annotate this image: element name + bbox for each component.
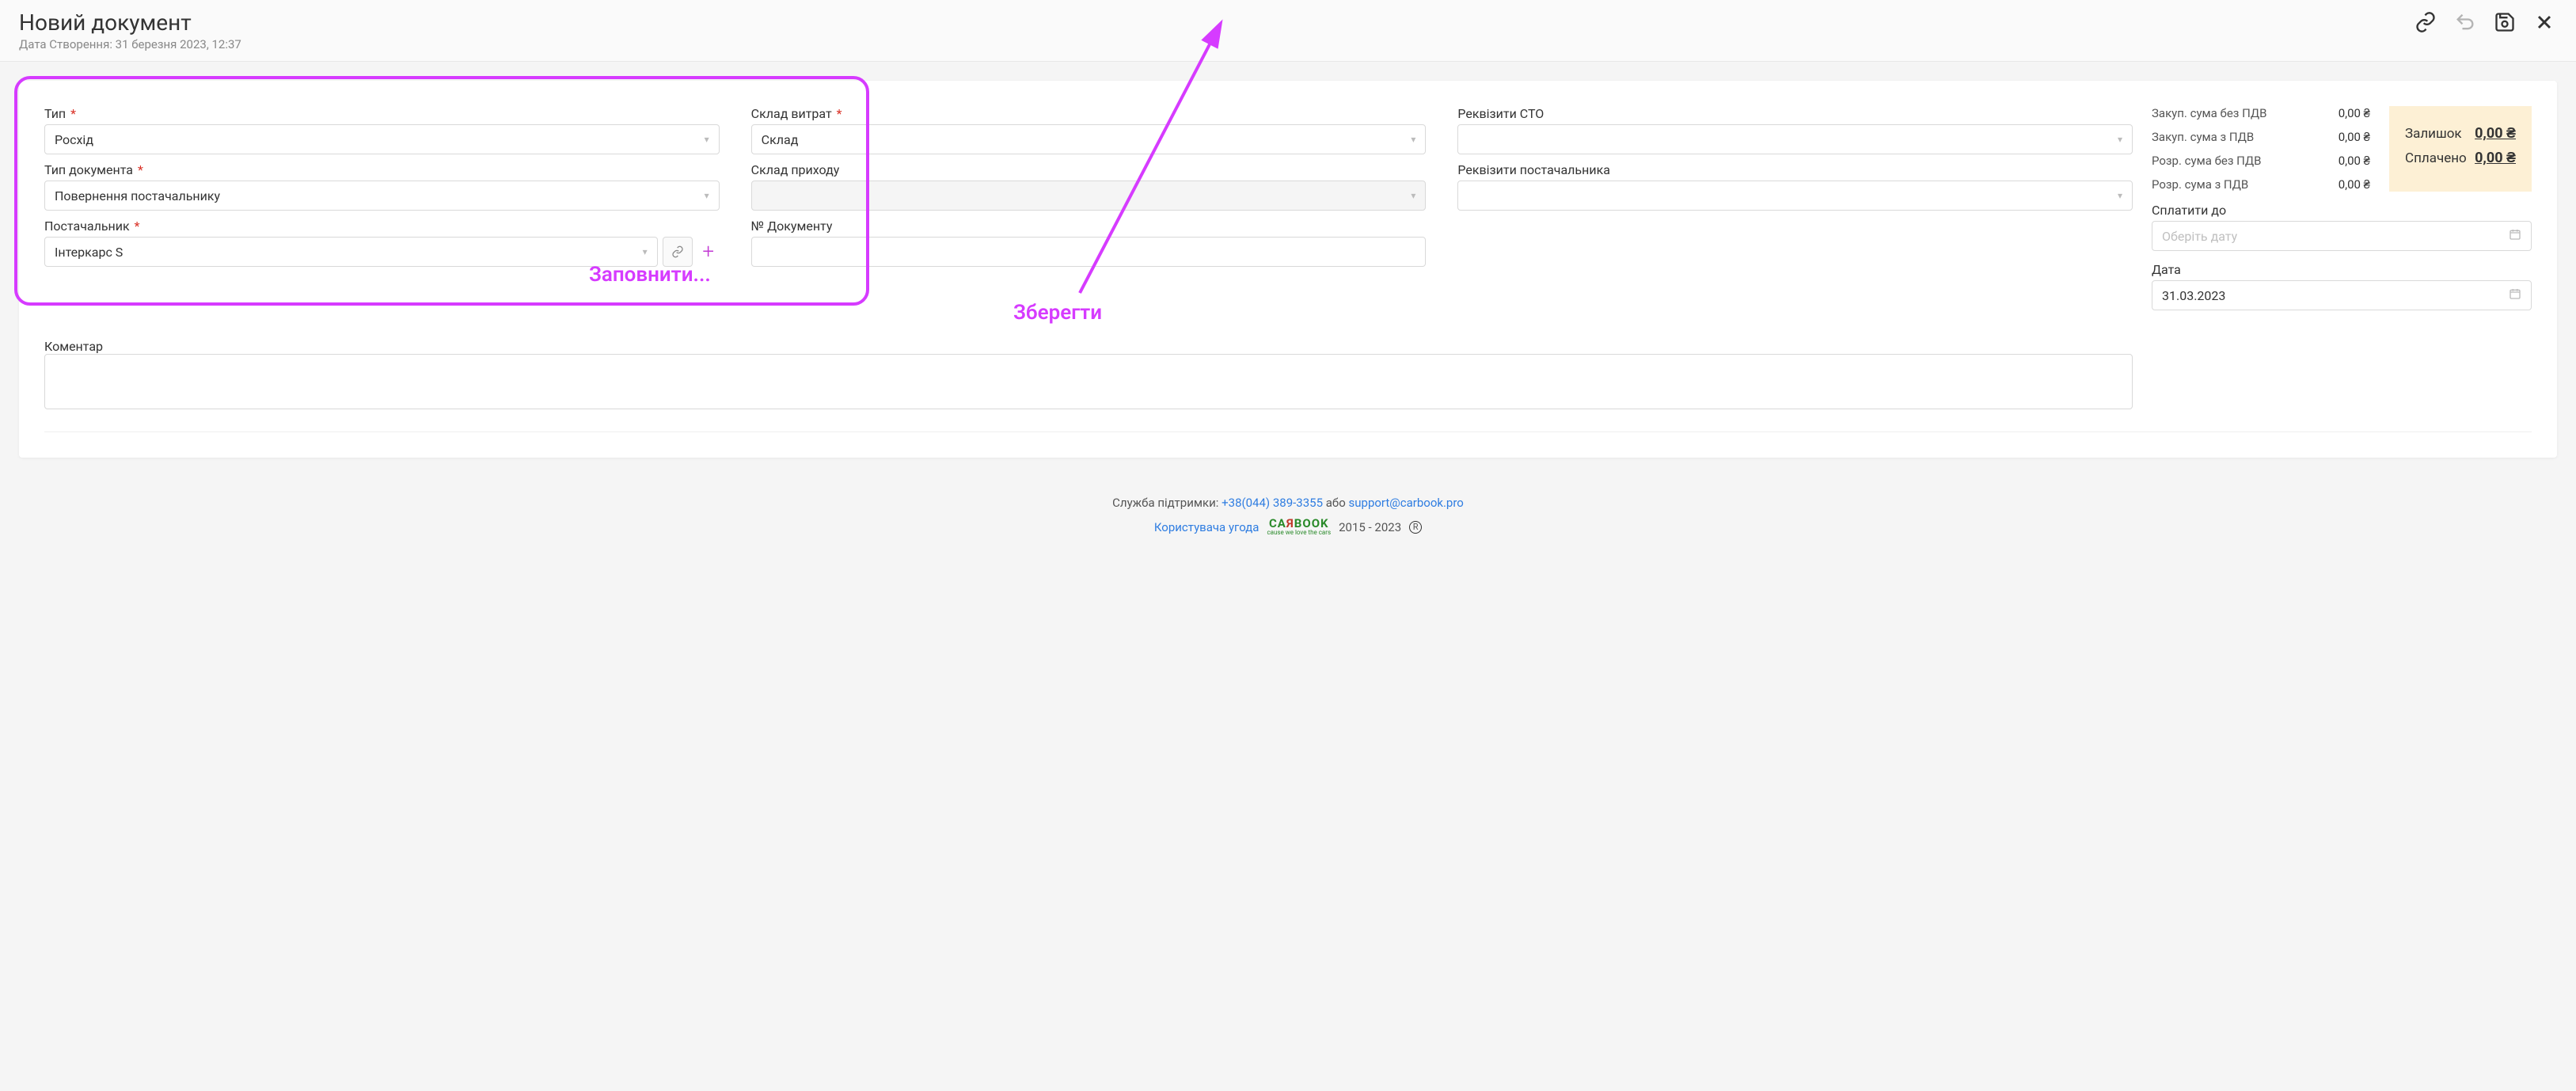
chevron-down-icon: ▾ [2118, 134, 2122, 145]
sto-requisites-label: Реквізити СТО [1457, 106, 2133, 121]
form-fields: Тип * Росхід ▾ Тип документа * Поверненн… [44, 106, 2133, 310]
support-label: Служба підтримки: [1112, 496, 1218, 510]
expense-warehouse-select[interactable]: Склад ▾ [751, 124, 1427, 154]
footer-years: 2015 - 2023 [1339, 520, 1401, 534]
page-title: Новий документ [19, 10, 241, 36]
pay-until-label: Сплатити до [2152, 203, 2532, 218]
remaining-label: Залишок [2405, 126, 2462, 142]
save-icon[interactable] [2492, 10, 2517, 35]
comment-label: Коментар [44, 339, 2133, 354]
calendar-icon [2509, 228, 2521, 244]
date-input[interactable]: 31.03.2023 [2152, 280, 2532, 310]
chevron-down-icon: ▾ [705, 134, 709, 145]
type-select[interactable]: Росхід ▾ [44, 124, 720, 154]
summary-column: Закуп. сума без ПДВ0,00 ₴ Закуп. сума з … [2152, 106, 2532, 310]
user-agreement-link[interactable]: Користувача угода [1154, 520, 1260, 534]
expense-warehouse-label: Склад витрат * [751, 106, 1427, 121]
sum-row-sale-novat: Розр. сума без ПДВ0,00 ₴ [2152, 154, 2370, 168]
page-header: Новий документ Дата Створення: 31 березн… [0, 0, 2576, 62]
creation-date: Дата Створення: 31 березня 2023, 12:37 [19, 37, 241, 51]
document-panel: Заповнити... Зберегти Тип * Росхід ▾ Тип… [19, 81, 2557, 458]
link-icon[interactable] [2413, 10, 2438, 35]
sum-row-sale-vat: Розр. сума з ПДВ0,00 ₴ [2152, 177, 2370, 192]
supplier-requisites-label: Реквізити постачальника [1457, 162, 2133, 177]
income-warehouse-select: ▾ [751, 181, 1427, 211]
summary-highlight-box: Залишок 0,00 ₴ Сплачено 0,00 ₴ [2389, 106, 2532, 192]
calendar-icon [2509, 287, 2521, 303]
remaining-value[interactable]: 0,00 ₴ [2475, 125, 2516, 142]
chevron-down-icon: ▾ [1411, 134, 1415, 145]
sum-row-purchase-novat: Закуп. сума без ПДВ0,00 ₴ [2152, 106, 2370, 120]
supplier-select[interactable]: Інтеркарс S ▾ [44, 237, 658, 267]
support-email-link[interactable]: support@carbook.pro [1349, 496, 1464, 510]
doc-number-input[interactable] [751, 237, 1427, 267]
sum-row-purchase-vat: Закуп. сума з ПДВ0,00 ₴ [2152, 130, 2370, 144]
chevron-down-icon: ▾ [1411, 190, 1415, 201]
support-phone-link[interactable]: +38(044) 389-3355 [1222, 496, 1323, 510]
chevron-down-icon: ▾ [643, 246, 648, 257]
close-icon[interactable] [2532, 10, 2557, 35]
chevron-down-icon: ▾ [705, 190, 709, 201]
pay-until-input[interactable]: Оберіть дату [2152, 221, 2532, 251]
comment-textarea[interactable] [44, 354, 2133, 409]
supplier-link-button[interactable] [663, 237, 693, 267]
summary-numbers: Закуп. сума без ПДВ0,00 ₴ Закуп. сума з … [2152, 106, 2370, 192]
date-label: Дата [2152, 262, 2532, 277]
footer-or: або [1326, 496, 1346, 510]
paid-value[interactable]: 0,00 ₴ [2475, 150, 2516, 166]
doc-type-label: Тип документа * [44, 162, 720, 177]
header-actions [2413, 10, 2557, 35]
supplier-label: Постачальник * [44, 219, 720, 234]
chevron-down-icon: ▾ [2118, 190, 2122, 201]
add-supplier-button[interactable]: + [697, 241, 720, 263]
paid-label: Сплачено [2405, 150, 2467, 166]
doc-number-label: № Документу [751, 219, 1427, 234]
supplier-requisites-select[interactable]: ▾ [1457, 181, 2133, 211]
divider [44, 431, 2532, 432]
carbook-logo: CAЯBOOK cause we love the cars [1267, 518, 1331, 536]
doc-type-select[interactable]: Повернення постачальнику ▾ [44, 181, 720, 211]
undo-icon [2453, 10, 2478, 35]
registered-icon: R [1409, 521, 1422, 534]
sto-requisites-select[interactable]: ▾ [1457, 124, 2133, 154]
type-label: Тип * [44, 106, 720, 121]
income-warehouse-label: Склад приходу [751, 162, 1427, 177]
footer: Служба підтримки: +38(044) 389-3355 або … [0, 477, 2576, 565]
